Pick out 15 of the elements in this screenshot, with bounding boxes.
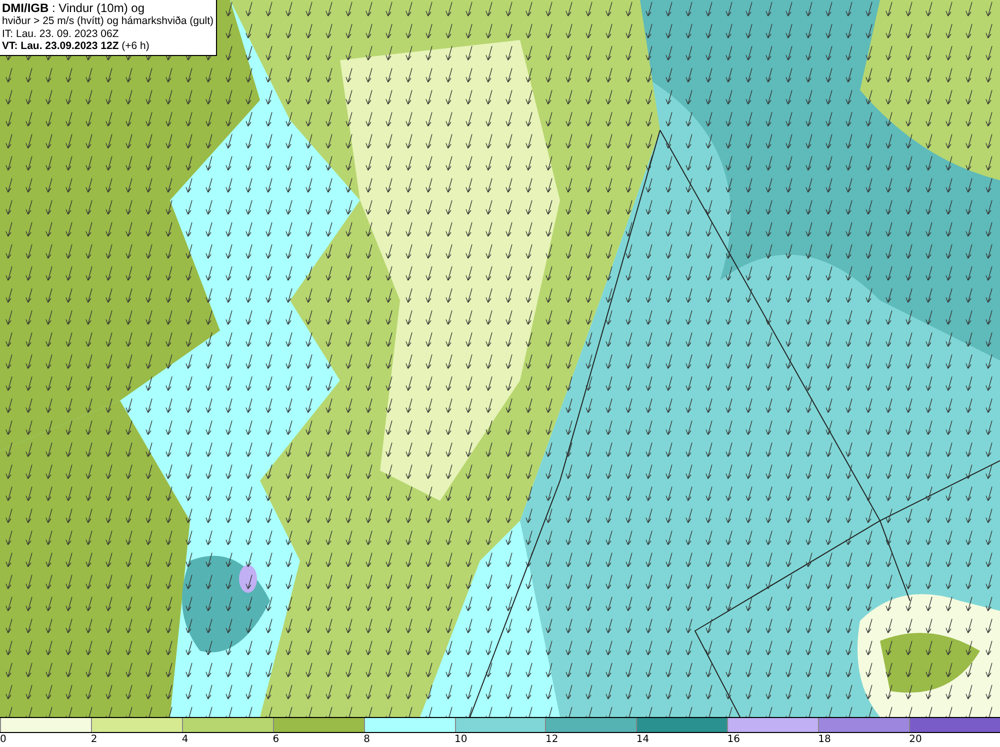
scale-label: 10 (454, 734, 468, 745)
scale-label: 8 (364, 734, 370, 745)
title-line: hviður > 25 m/s (hvítt) og hámarkshviða (gult) (2, 15, 214, 28)
scale-label: 0 (0, 734, 6, 745)
title-line: IT: Lau. 23. 09. 2023 06Z (2, 28, 120, 40)
scale-label: 2 (90, 734, 98, 745)
scale-label: 12 (545, 734, 558, 745)
scale-label: 14 (636, 734, 650, 745)
title-line: VT: Lau. 23.09.2023 12Z (+6 h) (2, 40, 150, 52)
scale-label: 6 (272, 734, 280, 745)
scale-label: 18 (818, 734, 831, 745)
title-line: DMI/IGB : Vindur (10m) og (2, 1, 146, 15)
scale-label: 16 (727, 734, 740, 745)
scale-label: 4 (182, 734, 188, 745)
scale-label: 20 (909, 734, 922, 745)
